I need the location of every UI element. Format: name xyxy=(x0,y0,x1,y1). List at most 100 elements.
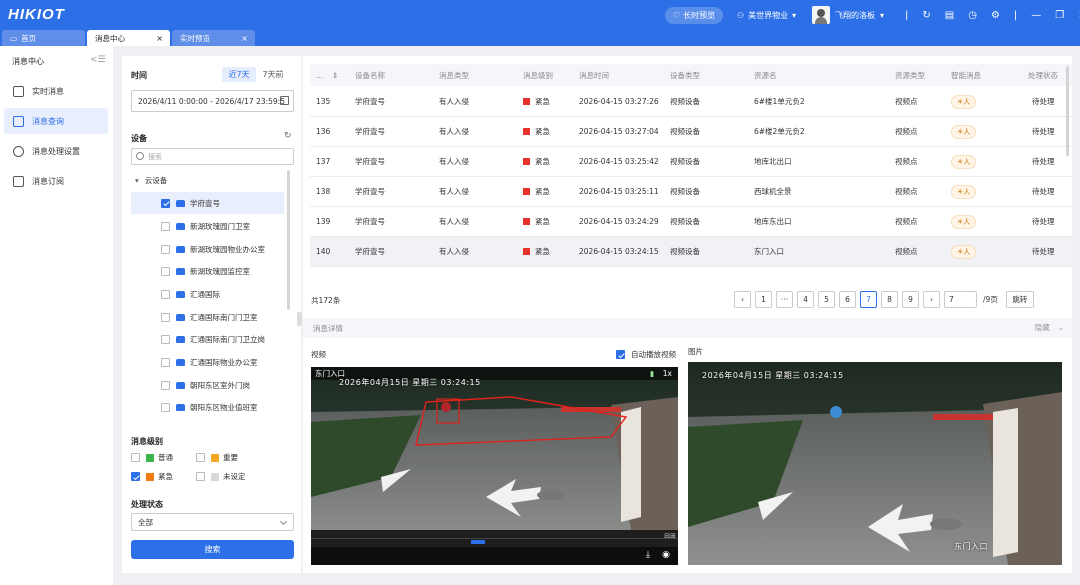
page-button[interactable]: 6 xyxy=(839,291,856,308)
table-row[interactable]: 135 学府壹号 有人入侵 紧急 2026-04-15 03:27:26 视频设… xyxy=(310,87,1072,117)
cell-level-text: 紧急 xyxy=(535,97,550,106)
video-frame xyxy=(311,367,678,530)
tree-node[interactable]: 新湖玫瑰园监控室 xyxy=(131,260,284,282)
prev-page-button[interactable]: ‹ xyxy=(734,291,751,308)
checkbox[interactable] xyxy=(161,289,170,299)
tree-node[interactable]: 朝阳东区室外门岗 xyxy=(131,374,284,396)
tree-node[interactable]: 新湖玫瑰园门卫室 xyxy=(131,215,284,237)
level-option[interactable]: 紧急 xyxy=(131,471,173,482)
panel-collapse-handle[interactable] xyxy=(297,312,302,326)
table-row[interactable]: 138 学府壹号 有人入侵 紧急 2026-04-15 03:25:11 视频设… xyxy=(310,177,1072,207)
table-row[interactable]: 136 学府壹号 有人入侵 紧急 2026-04-15 03:27:04 视频设… xyxy=(310,117,1072,147)
capture-icon[interactable]: ◉ xyxy=(662,550,670,560)
search-input[interactable]: 搜索 xyxy=(131,148,294,165)
column-header[interactable]: ... xyxy=(316,71,323,80)
page-button[interactable]: 8 xyxy=(881,291,898,308)
checkbox[interactable] xyxy=(196,472,205,481)
tree-node[interactable]: 朝阳东区物业值班室 xyxy=(131,396,284,418)
table-row[interactable]: 139 学府壹号 有人入侵 紧急 2026-04-15 03:24:29 视频设… xyxy=(310,207,1072,237)
tab-home[interactable]: ▭ 首页 xyxy=(2,30,85,46)
video-timeline[interactable]: ⊟⊞ xyxy=(311,530,678,547)
checkbox[interactable] xyxy=(161,198,170,208)
org-selector[interactable]: ⚇ 美世界物业 ▾ xyxy=(737,0,796,30)
timeline-marker[interactable] xyxy=(471,540,485,544)
cell-time: 2026-04-15 03:27:26 xyxy=(579,97,659,106)
minimize-icon[interactable]: — xyxy=(1031,10,1041,21)
checkbox[interactable] xyxy=(161,334,170,344)
date-range-input[interactable]: 2026/4/11 0:00:00 - 2026/4/17 23:59:5 xyxy=(131,90,294,112)
tree-node-label: 汇通国际物业办公室 xyxy=(190,357,258,367)
gear-icon[interactable]: ⚙ xyxy=(991,10,1000,21)
zoom-icon[interactable]: ⊟⊞ xyxy=(664,532,676,540)
cell-dtype: 视频设备 xyxy=(670,127,700,136)
jump-button[interactable]: 跳转 xyxy=(1005,291,1034,308)
checkbox[interactable] xyxy=(616,350,625,359)
bell-icon[interactable]: ◷ xyxy=(968,10,977,21)
sidebar-item-subscribe[interactable]: 消息订阅 xyxy=(4,168,108,194)
page-ellipsis[interactable]: ··· xyxy=(776,291,793,308)
level-option[interactable]: 未设定 xyxy=(196,471,246,482)
checkbox[interactable] xyxy=(161,402,170,412)
checkbox[interactable] xyxy=(161,221,170,231)
tree-root[interactable]: ▾ 云设备 xyxy=(135,175,167,186)
column-header: 消息时间 xyxy=(579,70,609,80)
page-jump-input[interactable]: 7 xyxy=(944,291,977,308)
checkbox[interactable] xyxy=(131,472,140,481)
video-controls: ⤓ ◉ xyxy=(311,547,678,565)
table-row[interactable]: 140 学府壹号 有人入侵 紧急 2026-04-15 03:24:15 视频设… xyxy=(310,237,1072,267)
tab-close-icon[interactable]: × xyxy=(156,34,163,43)
page-button[interactable]: 9 xyxy=(902,291,919,308)
message-icon[interactable]: ▤ xyxy=(945,10,954,21)
sidebar-item-settings[interactable]: 消息处理设置 xyxy=(4,138,108,164)
sort-icon[interactable]: ⇕ xyxy=(332,71,338,80)
level-option[interactable]: 重要 xyxy=(196,452,238,463)
page-button[interactable]: 1 xyxy=(755,291,772,308)
date-range-value: 2026/4/11 0:00:00 - 2026/4/17 23:59:5 xyxy=(138,96,285,106)
checkbox[interactable] xyxy=(131,453,140,462)
tree-node[interactable]: 新湖玫瑰园物业办公室 xyxy=(131,238,284,260)
page-button[interactable]: 5 xyxy=(818,291,835,308)
playback-speed[interactable]: 1x xyxy=(663,369,672,378)
search-button[interactable]: 搜索 xyxy=(131,540,294,559)
page-button[interactable]: 4 xyxy=(797,291,814,308)
tab-close-icon[interactable]: × xyxy=(241,34,248,43)
tree-node[interactable]: 汇通国际南门门卫室 xyxy=(131,306,284,328)
tree-scrollbar[interactable] xyxy=(287,170,290,310)
refresh-icon[interactable]: ↻ xyxy=(922,10,930,21)
next-page-button[interactable]: › xyxy=(923,291,940,308)
checkbox[interactable] xyxy=(161,244,170,254)
preview-pill[interactable]: ♡ 长时预览 xyxy=(665,0,724,30)
checkbox[interactable] xyxy=(161,312,170,322)
tree-node[interactable]: 汇通国际物业办公室 xyxy=(131,351,284,373)
status-select[interactable]: 全部 xyxy=(131,513,294,531)
range-before7[interactable]: 7天前 xyxy=(256,67,290,82)
tree-node[interactable]: 汇通国际 xyxy=(131,283,284,305)
hide-button[interactable]: 隐藏 ⌄ xyxy=(1035,322,1064,333)
checkbox[interactable] xyxy=(196,453,205,462)
video-player[interactable]: 东门入口 1x ▮ 2026年04月15日 星期三 03:24:15 ⊟⊞ ⤓ … xyxy=(311,367,678,565)
expand-icon[interactable]: ▾ xyxy=(135,176,139,185)
checkbox[interactable] xyxy=(161,357,170,367)
table-scrollbar[interactable] xyxy=(1066,66,1069,156)
checkbox[interactable] xyxy=(161,266,170,276)
checkbox[interactable] xyxy=(161,380,170,390)
autoplay-toggle[interactable]: 自动播放视频 xyxy=(616,349,676,360)
tree-node[interactable]: 学府壹号 xyxy=(131,192,284,214)
restore-icon[interactable]: ❐ xyxy=(1055,10,1064,21)
table-row[interactable]: 137 学府壹号 有人入侵 紧急 2026-04-15 03:25:42 视频设… xyxy=(310,147,1072,177)
cell-dtype: 视频设备 xyxy=(670,97,700,106)
refresh-icon[interactable]: ↻ xyxy=(284,131,292,141)
sidebar-item-realtime[interactable]: 实时消息 xyxy=(4,78,108,104)
event-image[interactable]: 2026年04月15日 星期三 03:24:15 东门入口 xyxy=(688,362,1062,565)
user-menu[interactable]: 飞翔的洛板 ▾ xyxy=(812,0,884,30)
level-option[interactable]: 普通 xyxy=(131,452,173,463)
cell-level: 紧急 xyxy=(523,126,550,137)
tab-live-preview[interactable]: 实时预览 × xyxy=(172,30,255,46)
range-last7[interactable]: 近7天 xyxy=(222,67,256,82)
tab-message-center[interactable]: 消息中心 × xyxy=(87,30,170,46)
sidebar-item-query[interactable]: 消息查询 xyxy=(4,108,108,134)
tree-node[interactable]: 汇通国际南门门卫立岗 xyxy=(131,328,284,350)
collapse-icon[interactable]: <☰ xyxy=(90,55,106,65)
download-icon[interactable]: ⤓ xyxy=(646,550,650,560)
page-button-current[interactable]: 7 xyxy=(860,291,877,308)
